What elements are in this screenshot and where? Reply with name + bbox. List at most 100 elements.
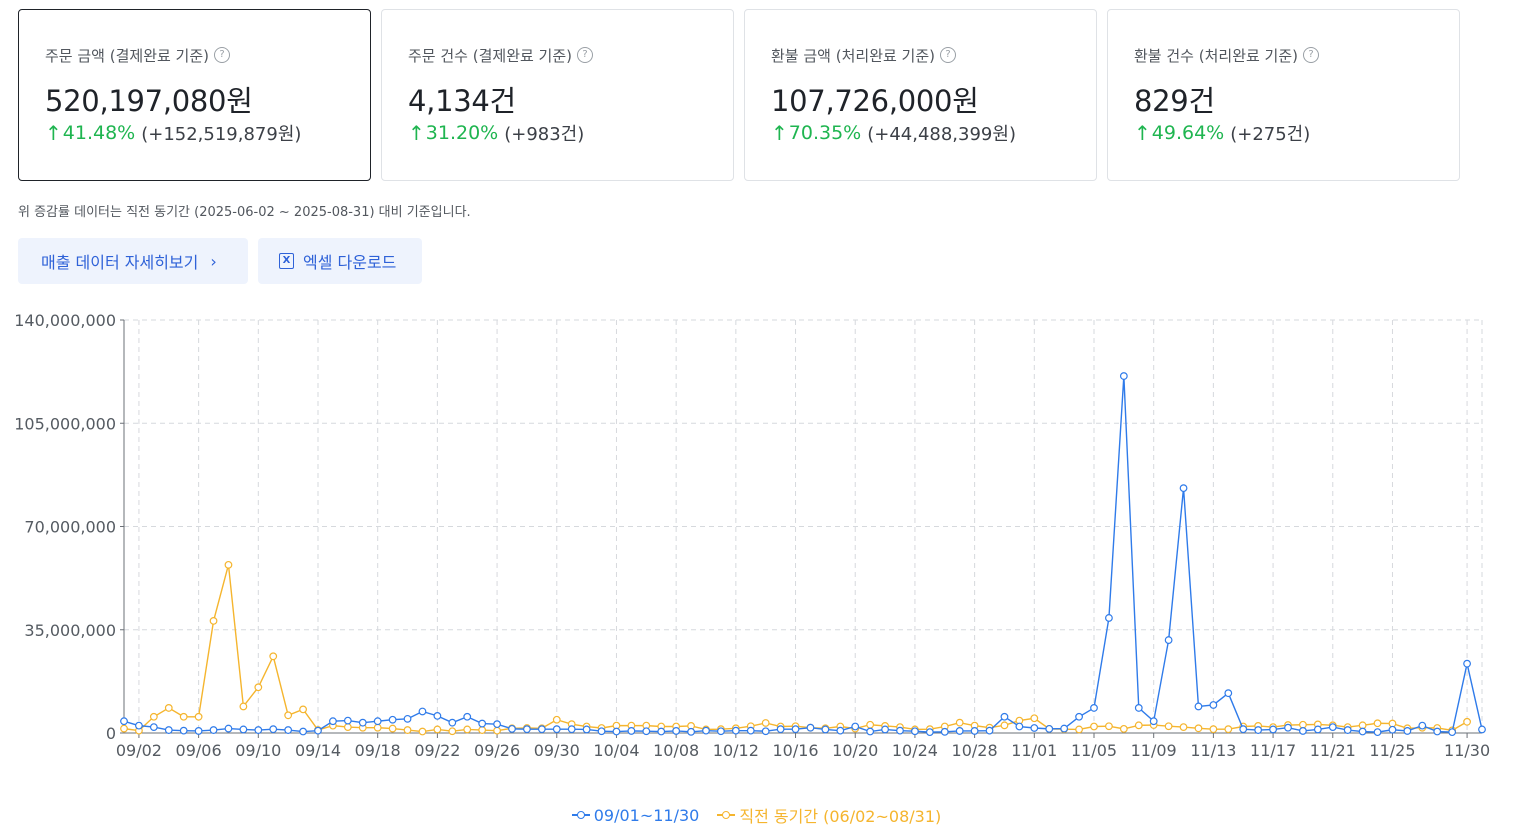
data-point-current bbox=[1299, 727, 1307, 735]
help-icon[interactable]: ? bbox=[940, 47, 957, 63]
data-point-current bbox=[1433, 727, 1442, 736]
card-refund-amount[interactable]: 환불 금액 (처리완료 기준) ? 107,726,000원 ↑ 70.35% … bbox=[744, 9, 1097, 181]
legend-item-current[interactable]: 09/01~11/30 bbox=[571, 803, 699, 827]
x-tick-label: 09/02 bbox=[116, 741, 162, 760]
card-change: ↑ 49.64% (+275건) bbox=[1134, 120, 1459, 146]
y-tick-label: 0 bbox=[106, 724, 116, 743]
data-point-current bbox=[1119, 372, 1128, 380]
data-point-previous bbox=[269, 652, 278, 661]
data-point-current bbox=[567, 725, 576, 734]
card-order-amount[interactable]: 주문 금액 (결제완료 기준) ? 520,197,080원 ↑ 41.48% … bbox=[18, 9, 371, 181]
data-point-current bbox=[135, 721, 143, 730]
data-point-current bbox=[731, 726, 740, 735]
data-point-previous bbox=[179, 712, 188, 721]
data-point-current bbox=[612, 727, 621, 736]
data-point-current bbox=[254, 726, 263, 734]
data-point-previous bbox=[224, 560, 233, 569]
y-tick-label: 140,000,000 bbox=[14, 311, 116, 330]
data-point-current bbox=[1463, 659, 1471, 668]
data-point-current bbox=[1164, 636, 1173, 644]
data-point-current bbox=[985, 726, 994, 735]
data-point-current bbox=[657, 727, 666, 736]
data-point-current bbox=[343, 716, 352, 725]
data-point-previous bbox=[478, 726, 487, 734]
data-point-previous bbox=[418, 727, 427, 736]
data-point-previous bbox=[1134, 721, 1143, 730]
card-refund-count[interactable]: 환불 건수 (처리완료 기준) ? 829건 ↑ 49.64% (+275건) bbox=[1107, 9, 1460, 181]
change-percent: 70.35% bbox=[788, 122, 862, 144]
help-icon[interactable]: ? bbox=[1303, 47, 1320, 63]
chevron-right-icon: › bbox=[210, 251, 217, 271]
change-diff: (+152,519,879원) bbox=[141, 124, 302, 145]
data-point-previous bbox=[1179, 723, 1188, 732]
change-diff: (+983건) bbox=[504, 124, 585, 145]
data-point-current bbox=[1015, 722, 1024, 731]
data-point-current bbox=[1149, 717, 1158, 726]
data-point-current bbox=[433, 711, 442, 720]
data-point-previous bbox=[493, 726, 501, 735]
x-tick-label: 10/08 bbox=[653, 741, 699, 760]
data-point-current bbox=[881, 725, 889, 734]
x-tick-label: 10/12 bbox=[713, 741, 759, 760]
card-title-text: 주문 금액 (결제완료 기준) bbox=[45, 46, 210, 65]
data-point-previous bbox=[343, 723, 352, 732]
legend-label-previous: 직전 동기간 (06/02~08/31) bbox=[739, 807, 942, 826]
change-diff: (+275건) bbox=[1230, 124, 1311, 145]
data-point-current bbox=[463, 712, 472, 721]
arrow-up-icon: ↑ bbox=[408, 121, 425, 145]
legend-item-previous[interactable]: 직전 동기간 (06/02~08/31) bbox=[717, 803, 941, 827]
data-point-previous bbox=[433, 725, 442, 734]
data-point-current bbox=[1224, 689, 1233, 698]
data-point-current bbox=[1239, 725, 1248, 734]
data-point-current bbox=[329, 717, 337, 726]
data-point-previous bbox=[194, 712, 203, 721]
data-point-current bbox=[314, 726, 322, 735]
data-point-current bbox=[955, 727, 964, 735]
data-point-previous bbox=[254, 683, 263, 692]
data-point-current bbox=[672, 727, 681, 735]
chart-legend: 09/01~11/30 직전 동기간 (06/02~08/31) bbox=[0, 803, 1513, 827]
data-point-current bbox=[403, 714, 412, 723]
change-diff: (+44,488,399원) bbox=[867, 124, 1016, 145]
x-tick-label: 09/10 bbox=[235, 741, 281, 760]
data-point-previous bbox=[1090, 722, 1098, 731]
data-point-current bbox=[1060, 724, 1069, 733]
card-title-text: 환불 금액 (처리완료 기준) bbox=[771, 46, 936, 65]
data-point-current bbox=[1358, 727, 1367, 736]
help-icon[interactable]: ? bbox=[214, 47, 231, 63]
sales-detail-label: 매출 데이터 자세히보기 bbox=[41, 253, 199, 272]
data-point-current bbox=[1448, 728, 1457, 737]
excel-download-label: 엑셀 다운로드 bbox=[303, 253, 397, 272]
arrow-up-icon: ↑ bbox=[771, 121, 788, 145]
data-point-current bbox=[1075, 712, 1083, 721]
help-icon[interactable]: ? bbox=[577, 47, 594, 63]
data-point-current bbox=[418, 707, 427, 716]
data-point-current bbox=[791, 725, 800, 734]
data-point-current bbox=[806, 723, 815, 732]
change-percent: 49.64% bbox=[1151, 122, 1225, 144]
data-point-current bbox=[761, 727, 770, 736]
data-point-previous bbox=[1373, 719, 1382, 728]
data-point-current bbox=[179, 726, 188, 735]
data-point-current bbox=[448, 718, 457, 727]
data-point-previous bbox=[403, 726, 412, 734]
data-point-previous bbox=[299, 705, 307, 714]
data-point-current bbox=[552, 725, 561, 734]
change-percent: 31.20% bbox=[425, 122, 499, 144]
data-point-previous bbox=[552, 715, 561, 724]
data-point-current bbox=[478, 719, 487, 728]
data-point-current bbox=[1030, 724, 1039, 732]
data-point-previous bbox=[1119, 724, 1128, 733]
data-point-current bbox=[508, 724, 516, 733]
card-value: 829건 bbox=[1134, 84, 1215, 118]
card-change: ↑ 31.20% (+983건) bbox=[408, 120, 733, 146]
sales-detail-button[interactable]: 매출 데이터 자세히보기 › bbox=[18, 238, 248, 284]
x-tick-label: 10/20 bbox=[832, 741, 878, 760]
summary-cards: 주문 금액 (결제완료 기준) ? 520,197,080원 ↑ 41.48% … bbox=[18, 9, 1460, 181]
excel-download-button[interactable]: X 엑셀 다운로드 bbox=[258, 238, 422, 284]
data-point-previous bbox=[1224, 725, 1233, 734]
data-point-previous bbox=[955, 718, 964, 727]
x-tick-label: 11/17 bbox=[1250, 741, 1296, 760]
card-order-count[interactable]: 주문 건수 (결제완료 기준) ? 4,134건 ↑ 31.20% (+983건… bbox=[381, 9, 734, 181]
data-point-current bbox=[1284, 723, 1292, 732]
